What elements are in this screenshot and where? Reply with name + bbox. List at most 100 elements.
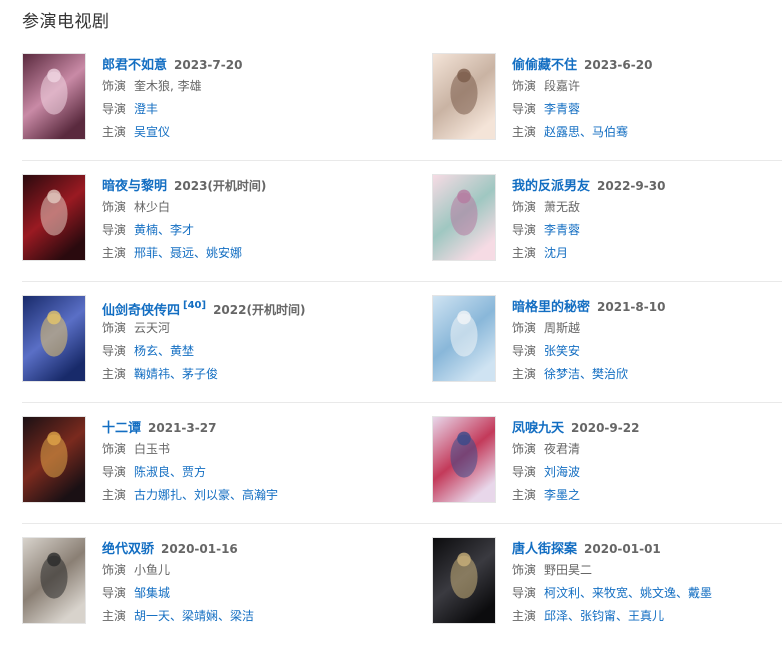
- director-line: 导演 李青蓉: [512, 219, 782, 242]
- drama-poster[interactable]: [22, 295, 86, 382]
- starring-value[interactable]: 徐梦洁、樊治欣: [544, 367, 628, 381]
- drama-poster[interactable]: [22, 174, 86, 261]
- drama-card: 唐人街探案 2020-01-01 饰演 野田昊二 导演 柯汶利、来牧宽、姚文逸、戴墨 主演邱…: [432, 537, 782, 629]
- drama-info: 绝代双骄 2020-01-16 饰演 小鱼儿 导演 邹集城 主演 胡一天、梁靖娴、梁洁: [102, 537, 402, 628]
- starring-value[interactable]: 鞠婧祎、茅子俊: [134, 367, 218, 381]
- drama-info: 仙剑奇侠传四 [40] 2022(开机时间) 饰演 云天河 导演 杨玄、黄埜 主演 鞠婧祎、茅子…: [102, 295, 402, 386]
- starring-value[interactable]: 李墨之: [544, 488, 580, 502]
- director-line: 导演 邹集城: [102, 582, 402, 605]
- drama-card: 我的反派男友 2022-9-30 饰演 萧无敌 导演 李青蓉 主演 沈月: [432, 174, 782, 266]
- drama-row: 十二谭 2021-3-27 饰演 白玉书 导演 陈淑良、贾方 主演 古力娜扎、刘以豪、高瀚宇凤…: [22, 403, 782, 524]
- starring-label: 主演: [102, 609, 127, 623]
- drama-title-line: 我的反派男友 2022-9-30: [512, 174, 782, 196]
- director-label: 导演: [102, 586, 127, 600]
- role-line: 饰演 野田昊二: [512, 559, 782, 582]
- drama-title-link[interactable]: 绝代双骄: [102, 542, 154, 557]
- starring-value[interactable]: 沈月: [544, 246, 568, 260]
- role-value: 小鱼儿: [134, 563, 171, 577]
- role-label: 饰演: [102, 321, 127, 335]
- drama-card: 郎君不如意 2023-7-20 饰演 奎木狼, 李雄 导演 澄丰 主演 吴宣仪: [22, 53, 402, 145]
- director-value[interactable]: 李青蓉: [544, 102, 580, 116]
- drama-poster[interactable]: [22, 53, 86, 140]
- role-value: 野田昊二: [544, 563, 593, 577]
- director-label: 导演: [512, 223, 537, 237]
- role-value: 夜君清: [544, 442, 581, 456]
- drama-title-link[interactable]: 郎君不如意: [102, 58, 167, 73]
- director-line: 导演 澄丰: [102, 98, 402, 121]
- role-value: 萧无敌: [544, 200, 581, 214]
- role-line: 饰演 云天河: [102, 317, 402, 340]
- starring-label: 主演: [102, 367, 127, 381]
- drama-title-link[interactable]: 暗格里的秘密: [512, 300, 590, 315]
- drama-title-link[interactable]: 十二谭: [102, 421, 141, 436]
- role-line: 饰演 段嘉许: [512, 75, 782, 98]
- director-value[interactable]: 李青蓉: [544, 223, 580, 237]
- starring-label: 主演: [512, 488, 537, 502]
- starring-line: 主演 胡一天、梁靖娴、梁洁: [102, 605, 402, 628]
- drama-poster[interactable]: [432, 53, 496, 140]
- director-value[interactable]: 澄丰: [134, 102, 158, 116]
- director-value[interactable]: 柯汶利、来牧宽、姚文逸、戴墨: [544, 586, 712, 600]
- role-label: 饰演: [512, 79, 537, 93]
- starring-line: 主演 邱泽、张钧甯、王真儿: [512, 605, 782, 628]
- director-label: 导演: [512, 344, 537, 358]
- starring-label: 主演: [102, 488, 127, 502]
- director-value[interactable]: 刘海波: [544, 465, 580, 479]
- director-label: 导演: [102, 102, 127, 116]
- starring-value[interactable]: 胡一天、梁靖娴、梁洁: [134, 609, 254, 623]
- drama-title-link[interactable]: 唐人街探案: [512, 542, 577, 557]
- drama-card: 绝代双骄 2020-01-16 饰演 小鱼儿 导演 邹集城 主演 胡一天、梁靖娴、梁洁: [22, 537, 402, 629]
- role-label: 饰演: [102, 79, 127, 93]
- role-line: 饰演 周斯越: [512, 317, 782, 340]
- drama-row: 仙剑奇侠传四 [40] 2022(开机时间) 饰演 云天河 导演 杨玄、黄埜 主演 鞠婧祎、茅子…: [22, 282, 782, 403]
- drama-info: 偷偷藏不住 2023-6-20 饰演 段嘉许 导演 李青蓉 主演 赵露思、马伯骞: [512, 53, 782, 144]
- starring-line: 主演 赵露思、马伯骞: [512, 121, 782, 144]
- drama-title-line: 绝代双骄 2020-01-16: [102, 537, 402, 559]
- drama-date: 2022(开机时间): [213, 303, 306, 318]
- drama-title-link[interactable]: 凤唳九天: [512, 421, 564, 436]
- director-label: 导演: [102, 465, 127, 479]
- drama-row: 郎君不如意 2023-7-20 饰演 奎木狼, 李雄 导演 澄丰 主演 吴宣仪 偷偷藏不住 202…: [22, 40, 782, 161]
- drama-card: 暗夜与黎明 2023(开机时间) 饰演 林少白 导演 黄楠、李才 主演 邢菲、聂远、姚安娜: [22, 174, 402, 266]
- director-value[interactable]: 邹集城: [134, 586, 170, 600]
- starring-value[interactable]: 古力娜扎、刘以豪、高瀚宇: [134, 488, 278, 502]
- drama-title-line: 唐人街探案 2020-01-01: [512, 537, 782, 559]
- starring-value[interactable]: 邢菲、聂远、姚安娜: [134, 246, 242, 260]
- drama-title-link[interactable]: 我的反派男友: [512, 179, 590, 194]
- director-value[interactable]: 黄楠、李才: [134, 223, 194, 237]
- director-value[interactable]: 张笑安: [544, 344, 580, 358]
- director-value[interactable]: 杨玄、黄埜: [134, 344, 194, 358]
- director-value[interactable]: 陈淑良、贾方: [134, 465, 206, 479]
- role-value: 林少白: [134, 200, 171, 214]
- role-label: 饰演: [512, 321, 537, 335]
- role-value: 奎木狼, 李雄: [134, 79, 202, 93]
- drama-title-link[interactable]: 暗夜与黎明: [102, 179, 167, 194]
- starring-label: 主演: [102, 246, 127, 260]
- drama-poster[interactable]: [432, 174, 496, 261]
- drama-poster[interactable]: [432, 416, 496, 503]
- starring-line: 主演 邢菲、聂远、姚安娜: [102, 242, 402, 265]
- director-label: 导演: [512, 465, 537, 479]
- drama-card: 仙剑奇侠传四 [40] 2022(开机时间) 饰演 云天河 导演 杨玄、黄埜 主演 鞠婧祎、茅子…: [22, 295, 402, 387]
- drama-row: 暗夜与黎明 2023(开机时间) 饰演 林少白 导演 黄楠、李才 主演 邢菲、聂远、姚安娜 我的…: [22, 161, 782, 282]
- drama-poster[interactable]: [432, 295, 496, 382]
- starring-value[interactable]: 邱泽、张钧甯、王真儿: [544, 609, 664, 623]
- role-value: 周斯越: [544, 321, 581, 335]
- filmography-section: 参演电视剧 郎君不如意 2023-7-20 饰演 奎木狼, 李雄 导演 澄丰 主演 吴宣仪 偷偷…: [0, 0, 782, 636]
- drama-poster[interactable]: [432, 537, 496, 624]
- drama-poster[interactable]: [22, 537, 86, 624]
- drama-info: 暗格里的秘密 2021-8-10 饰演 周斯越 导演 张笑安 主演 徐梦洁、樊治欣: [512, 295, 782, 386]
- citation-link[interactable]: [40]: [183, 300, 206, 311]
- role-value: 段嘉许: [544, 79, 581, 93]
- starring-value[interactable]: 吴宣仪: [134, 125, 170, 139]
- drama-date: 2020-01-01: [584, 542, 661, 556]
- drama-title-line: 仙剑奇侠传四 [40] 2022(开机时间): [102, 295, 402, 318]
- drama-poster[interactable]: [22, 416, 86, 503]
- starring-line: 主演 鞠婧祎、茅子俊: [102, 363, 402, 386]
- drama-title-link[interactable]: 偷偷藏不住: [512, 58, 577, 73]
- drama-info: 暗夜与黎明 2023(开机时间) 饰演 林少白 导演 黄楠、李才 主演 邢菲、聂远、姚安娜: [102, 174, 402, 265]
- starring-value[interactable]: 赵露思、马伯骞: [544, 125, 628, 139]
- drama-date: 2020-9-22: [571, 421, 640, 435]
- role-value: 云天河: [134, 321, 171, 335]
- drama-title-line: 郎君不如意 2023-7-20: [102, 53, 402, 75]
